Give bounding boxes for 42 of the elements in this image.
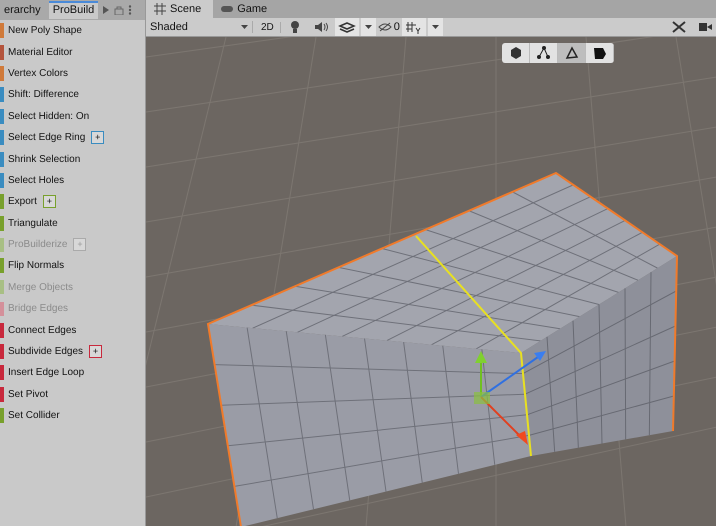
edge-mode-button[interactable] xyxy=(558,43,586,63)
2d-toggle-button[interactable]: 2D xyxy=(255,22,281,32)
dropdown-caret-icon[interactable] xyxy=(241,25,248,29)
face-mode-button[interactable] xyxy=(586,43,614,63)
tool-button[interactable]: Vertex Colors xyxy=(8,68,68,79)
tool-button[interactable]: Triangulate xyxy=(8,218,58,229)
options-button[interactable]: + xyxy=(89,345,102,358)
tool-button[interactable]: Shrink Selection xyxy=(8,154,80,165)
object-mode-button[interactable] xyxy=(502,43,530,63)
eye-slash-icon[interactable] xyxy=(378,22,392,32)
tool-button[interactable]: New Poly Shape xyxy=(8,25,82,36)
tool-button[interactable]: Subdivide Edges xyxy=(8,346,84,358)
shading-mode-dropdown[interactable]: Shaded xyxy=(146,21,253,33)
gizmos-icon[interactable] xyxy=(402,18,426,36)
tool-button[interactable]: Connect Edges xyxy=(8,324,76,336)
tool-button[interactable]: Insert Edge Loop xyxy=(8,367,84,378)
tool-button[interactable]: Material Editor xyxy=(8,46,72,58)
tool-button[interactable]: Set Pivot xyxy=(8,388,48,400)
grid-icon xyxy=(154,3,166,15)
scroll-right-icon[interactable] xyxy=(102,5,110,15)
layers-icon[interactable] xyxy=(334,18,359,36)
tool-button[interactable]: Set Collider xyxy=(8,410,60,422)
tool-button[interactable]: Export xyxy=(8,196,37,208)
tool-button[interactable]: Select Hidden: On xyxy=(8,110,90,122)
panel-tab[interactable]: erarchy xyxy=(0,1,45,19)
options-button[interactable]: + xyxy=(91,131,104,144)
tool-button[interactable]: Shift: Difference xyxy=(8,89,79,100)
view-tab[interactable]: Game xyxy=(213,0,280,18)
tool-button[interactable]: Select Edge Ring xyxy=(8,132,86,144)
dropdown-caret-icon[interactable] xyxy=(360,18,376,36)
dropdown-caret-icon[interactable] xyxy=(428,18,443,36)
vertex-icon xyxy=(534,44,552,62)
vertex-mode-button[interactable] xyxy=(530,43,558,63)
options-button[interactable]: + xyxy=(42,195,56,208)
tool-button[interactable]: Select Holes xyxy=(8,174,64,186)
gamepad-icon xyxy=(221,3,234,15)
panel-tab[interactable]: ProBuild xyxy=(48,1,98,19)
tool-button[interactable]: Flip Normals xyxy=(8,260,64,272)
more-options-icon[interactable] xyxy=(128,5,132,15)
hidden-objects-toggle[interactable]: 0 xyxy=(378,21,400,33)
view-tab[interactable]: Scene xyxy=(146,0,214,18)
transform-gizmo-drawing[interactable] xyxy=(474,351,546,445)
